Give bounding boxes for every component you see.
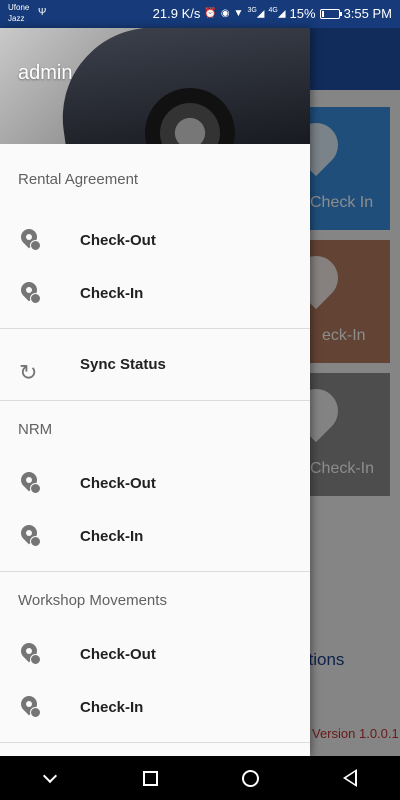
- status-indicators: 21.9 K/s ⏰ ◉ ▼ 3G◢ 4G◢ 15% 3:55 PM: [153, 6, 392, 21]
- drawer-header: admin: [0, 28, 310, 144]
- menu-item-label: Check-Out: [80, 646, 156, 663]
- sync-status-item[interactable]: ↻ Sync Status: [0, 329, 310, 400]
- section-header-workshop-movements: Workshop Movements: [18, 591, 167, 609]
- alarm-icon: ⏰: [204, 8, 217, 19]
- carrier-info: Ufone Jazz: [8, 2, 29, 24]
- sync-icon: ↻: [19, 360, 38, 385]
- eye-icon: ◉: [220, 8, 230, 19]
- workshop-checkout-item[interactable]: Check-Out: [0, 628, 310, 681]
- carrier-line-1: Ufone: [8, 3, 30, 12]
- network-speed: 21.9 K/s: [152, 6, 201, 21]
- section-header-nrm: NRM: [18, 420, 53, 438]
- signal-4g: 4G◢: [268, 7, 286, 20]
- status-bar: Ufone Jazz Ψ 21.9 K/s ⏰ ◉ ▼ 3G◢ 4G◢ 15% …: [0, 0, 400, 28]
- nrm-checkin-item[interactable]: Check-In: [0, 510, 310, 563]
- recents-icon[interactable]: [130, 758, 170, 798]
- location-checkin-icon: [0, 510, 80, 563]
- usb-icon: Ψ: [38, 7, 47, 18]
- menu-item-label: Check-Out: [80, 232, 156, 249]
- chevron-down-icon[interactable]: [30, 758, 70, 798]
- user-name: admin: [18, 62, 73, 84]
- location-checkout-icon: [0, 628, 80, 681]
- wifi-icon: ▼: [233, 8, 244, 19]
- menu-item-label: Check-In: [80, 699, 144, 716]
- carrier-line-2: Jazz: [8, 14, 25, 23]
- location-checkin-icon: [0, 267, 80, 320]
- workshop-checkin-item[interactable]: Check-In: [0, 681, 310, 734]
- system-nav-bar: [0, 756, 400, 800]
- menu-item-label: Check-Out: [80, 475, 156, 492]
- location-checkin-icon: [0, 681, 80, 734]
- signal-3g-label: 3G: [247, 7, 257, 15]
- menu-item-label: Check-In: [80, 528, 144, 545]
- rental-checkin-item[interactable]: Check-In: [0, 267, 310, 320]
- menu-item-label: Check-In: [80, 285, 144, 302]
- rental-checkout-item[interactable]: Check-Out: [0, 214, 310, 267]
- menu-item-label: Sync Status: [80, 356, 166, 373]
- battery-icon: [319, 8, 342, 19]
- divider: [0, 742, 310, 743]
- clock: 3:55 PM: [343, 6, 392, 21]
- home-icon[interactable]: [230, 758, 270, 798]
- location-checkout-icon: [0, 214, 80, 267]
- signal-4g-label: 4G: [268, 7, 278, 15]
- battery-percent: 15%: [289, 6, 316, 21]
- navigation-drawer: admin Rental Agreement Check-Out Check-I…: [0, 28, 310, 756]
- back-icon[interactable]: [330, 758, 370, 798]
- location-checkout-icon: [0, 457, 80, 510]
- section-header-rental-agreement: Rental Agreement: [18, 170, 139, 188]
- signal-3g: 3G◢: [247, 7, 265, 20]
- battery-fill: [321, 10, 324, 17]
- nrm-checkout-item[interactable]: Check-Out: [0, 457, 310, 510]
